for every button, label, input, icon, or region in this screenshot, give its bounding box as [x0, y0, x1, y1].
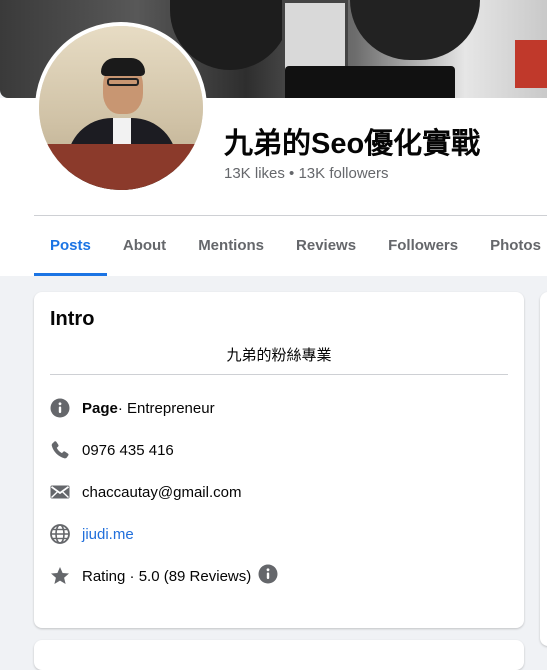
website-link[interactable]: jiudi.me — [82, 526, 134, 543]
right-column-card — [540, 292, 547, 646]
intro-divider — [50, 374, 508, 375]
tab-followers[interactable]: Followers — [372, 216, 474, 276]
website-row: jiudi.me — [50, 522, 134, 546]
page-category-row: Page · Entrepreneur — [50, 396, 215, 420]
globe-icon — [50, 524, 70, 544]
tab-mentions[interactable]: Mentions — [182, 216, 280, 276]
page-stats: 13K likes • 13K followers — [224, 165, 389, 182]
star-icon — [50, 566, 70, 586]
profile-avatar[interactable] — [35, 22, 207, 194]
info-icon — [50, 398, 70, 418]
likes-count[interactable]: 13K likes — [224, 165, 285, 182]
profile-tabs: Posts About Mentions Reviews Followers P… — [34, 216, 547, 276]
envelope-icon — [50, 482, 70, 502]
tab-about[interactable]: About — [107, 216, 182, 276]
rating-row: Rating · 5.0 (89 Reviews) — [50, 564, 278, 588]
page-category: · Entrepreneur — [117, 399, 215, 417]
intro-title: Intro — [50, 308, 95, 330]
email-row: chaccautay@gmail.com — [50, 480, 241, 504]
phone-icon — [50, 440, 70, 460]
intro-bio: 九弟的粉絲專業 — [226, 347, 332, 364]
tab-posts[interactable]: Posts — [34, 216, 107, 276]
tab-reviews[interactable]: Reviews — [280, 216, 372, 276]
intro-card: Intro 九弟的粉絲專業 Page · Entrepreneur 0976 4… — [34, 292, 524, 628]
tab-photos[interactable]: Photos — [474, 216, 547, 276]
phone-number[interactable]: 0976 435 416 — [82, 442, 174, 459]
phone-row: 0976 435 416 — [50, 438, 174, 462]
email-address[interactable]: chaccautay@gmail.com — [82, 484, 241, 501]
next-card — [34, 640, 524, 670]
page-label: Page — [82, 399, 118, 417]
followers-count[interactable]: 13K followers — [298, 165, 388, 182]
page-title: 九弟的Seo優化實戰 — [224, 128, 481, 160]
rating-info-icon[interactable] — [258, 564, 278, 588]
rating-text: Rating · 5.0 (89 Reviews) — [82, 567, 252, 585]
stats-separator: • — [284, 165, 299, 182]
